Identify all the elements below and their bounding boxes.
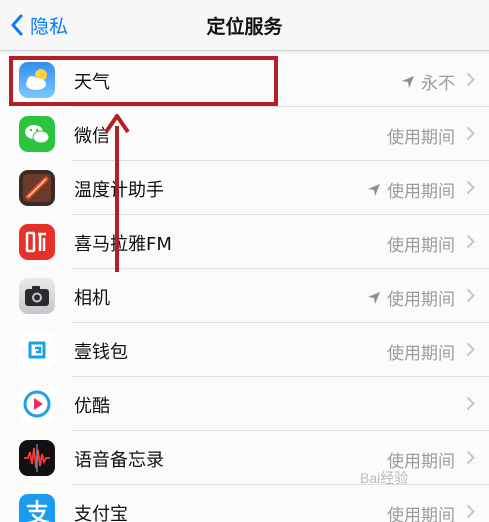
list-item-alipay[interactable]: 支付宝 使用期间 [0, 485, 489, 522]
chevron-right-icon [466, 396, 475, 411]
location-arrow-icon [368, 291, 380, 304]
alipay-icon [19, 494, 55, 522]
location-status: 使用期间 [387, 506, 455, 522]
list-item-ximalaya[interactable]: 喜马拉雅FM 使用期间 [0, 215, 489, 269]
app-name: 相机 [74, 288, 110, 309]
wechat-icon [19, 116, 55, 152]
chevron-right-icon [466, 342, 475, 357]
list-item-camera[interactable]: 相机 使用期间 [0, 269, 489, 323]
location-status: 使用期间 [387, 236, 455, 256]
list-item-youku[interactable]: 优酷 [0, 377, 489, 431]
wallet-icon [19, 332, 55, 368]
chevron-right-icon [466, 126, 475, 141]
page-title: 定位服务 [206, 16, 283, 38]
location-status: 永不 [401, 69, 455, 94]
youku-icon [19, 386, 55, 422]
watermark: Bai经验 [360, 470, 409, 486]
list-item-voice-memo[interactable]: 语音备忘录 使用期间 [0, 431, 489, 485]
list-item-wallet[interactable]: 壹钱包 使用期间 [0, 323, 489, 377]
navigation-bar: 隐私 定位服务 [0, 0, 489, 51]
chevron-right-icon [466, 180, 475, 195]
camera-icon [19, 278, 55, 314]
ximalaya-icon [19, 224, 55, 260]
chevron-right-icon [466, 288, 475, 303]
app-location-list: 天气 永不 微信 使用期间 温度计助手 使用期间 喜马拉雅FM 使用期间 相机 … [0, 53, 489, 522]
app-name: 语音备忘录 [74, 450, 164, 471]
location-status: 使用期间 [387, 128, 455, 148]
thermometer-icon [19, 170, 55, 206]
annotation-arrow-icon [104, 114, 130, 272]
location-status: 使用期间 [367, 177, 455, 202]
location-status: 使用期间 [387, 344, 455, 364]
chevron-right-icon [466, 234, 475, 249]
location-arrow-icon [402, 75, 414, 88]
list-item-thermometer[interactable]: 温度计助手 使用期间 [0, 161, 489, 215]
location-arrow-icon [368, 183, 380, 196]
app-name: 优酷 [74, 396, 110, 417]
chevron-right-icon [466, 72, 475, 87]
voice-memo-icon [19, 440, 55, 476]
location-status: 使用期间 [367, 285, 455, 310]
chevron-right-icon [466, 504, 475, 519]
highlight-box [9, 56, 278, 106]
chevron-right-icon [466, 450, 475, 465]
list-item-wechat[interactable]: 微信 使用期间 [0, 107, 489, 161]
app-name: 支付宝 [74, 504, 128, 522]
app-name: 壹钱包 [74, 342, 128, 363]
